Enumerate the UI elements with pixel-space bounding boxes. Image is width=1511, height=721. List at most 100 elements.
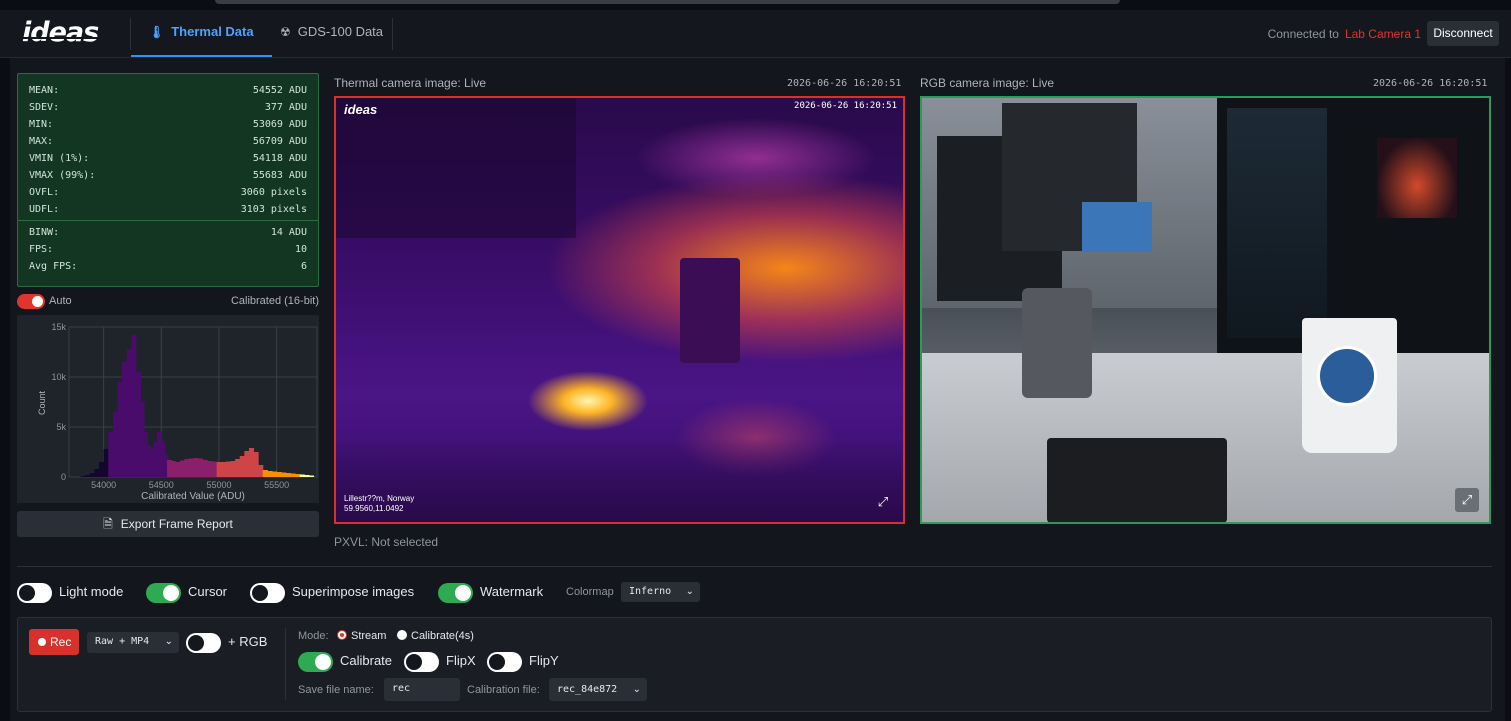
histogram-bar	[207, 461, 213, 477]
stats-divider	[18, 220, 318, 221]
mode-calibrate-label: Calibrate(4s)	[411, 630, 474, 642]
histogram-bar	[80, 476, 86, 477]
histogram-bar	[235, 459, 241, 477]
stat-row: MIN: 53069 ADU	[29, 116, 307, 133]
histogram-bar	[103, 449, 109, 477]
auto-range-row: Auto Calibrated (16-bit)	[17, 293, 319, 310]
radio-unselected-icon	[397, 630, 407, 640]
histogram-bar	[281, 472, 287, 477]
stat-value: 3103 pixels	[240, 204, 307, 215]
stat-value: 377 ADU	[264, 102, 307, 113]
x-tick-label: 55500	[264, 480, 289, 490]
histogram-bar	[98, 462, 105, 477]
ideas-logo: ideas	[22, 17, 99, 48]
histogram-bar	[267, 471, 273, 477]
export-label: Export Frame Report	[120, 517, 233, 531]
file-export-icon: 🗎︎	[103, 517, 113, 531]
rgb-meter-device	[1022, 288, 1092, 398]
cursor-label: Cursor	[188, 584, 228, 599]
histogram-bar	[117, 382, 123, 477]
histogram-y-label: Count	[37, 391, 47, 416]
stat-row: VMIN (1%): 54118 ADU	[29, 150, 307, 167]
expand-icon[interactable]: ⤢	[871, 490, 895, 514]
top-bar: ideas 🌡︎ Thermal Data ☢ GDS-100 Data Conne…	[0, 10, 1511, 58]
histogram-bar	[108, 432, 114, 477]
y-tick-label: 5k	[56, 422, 66, 432]
calibration-file-select[interactable]: rec_84e872 ⌄	[549, 678, 647, 701]
histogram-bar	[239, 456, 245, 477]
light-mode-toggle[interactable]	[17, 582, 52, 603]
stat-value: 14 ADU	[270, 227, 307, 238]
radiation-icon: ☢	[280, 25, 291, 39]
histogram-bar	[285, 473, 291, 477]
record-button[interactable]: Rec	[29, 629, 79, 655]
thermal-floor-region	[336, 438, 903, 522]
stats-panel: MEAN: 54552 ADU SDEV: 377 ADU MIN: 53069 ADU M…	[17, 73, 319, 287]
record-dot-icon	[38, 638, 46, 646]
x-tick-label: 54500	[149, 480, 174, 490]
mode-calibrate-option[interactable]: Calibrate(4s)	[397, 630, 474, 642]
record-format-select[interactable]: Raw + MP4 ⌄	[87, 632, 179, 653]
thermal-shadow-region	[336, 98, 576, 238]
colormap-value: Inferno	[629, 586, 672, 597]
save-file-label: Save file name:	[298, 684, 374, 696]
thermal-camera-image[interactable]: ideas 2026-06-26 16:20:51 Lillestr??m, N…	[334, 96, 905, 524]
stat-row: BINW: 14 ADU	[29, 224, 307, 241]
rgb-record-option: + RGB	[186, 632, 267, 653]
tab-gds-100-data[interactable]: ☢ GDS-100 Data	[262, 10, 401, 57]
y-tick-label: 15k	[51, 322, 66, 332]
stat-label: VMAX (99%):	[29, 170, 96, 181]
watermark-toggle[interactable]	[438, 582, 473, 603]
histogram-bar	[94, 469, 100, 477]
rgb-record-toggle[interactable]	[186, 632, 221, 653]
calibrate-toggle[interactable]	[298, 651, 333, 672]
histogram-bar	[85, 475, 91, 477]
histogram-chart[interactable]: 0 5k 10k 15k 54000 54500 55000 55500 Count Cali…	[17, 315, 319, 503]
flipy-option: FlipY	[487, 651, 559, 672]
save-file-input[interactable]: rec	[384, 678, 460, 701]
stat-value: 53069 ADU	[252, 119, 307, 130]
rgb-timestamp: 2026-06-26 16:20:51	[1373, 78, 1488, 89]
thermal-location-overlay: Lillestr??m, Norway 59.9560,11.0492	[344, 494, 414, 514]
window-drag-handle[interactable]	[215, 0, 1120, 4]
histogram-bar	[248, 448, 255, 477]
rgb-camera-image[interactable]: ⤢	[920, 96, 1491, 524]
tab-thermal-data[interactable]: 🌡︎ Thermal Data	[131, 10, 272, 57]
record-label: Rec	[50, 635, 72, 649]
connection-prefix: Connected to	[1267, 27, 1339, 41]
colormap-select[interactable]: Inferno ⌄	[621, 582, 700, 602]
connected-camera-name: Lab Camera 1	[1344, 27, 1421, 41]
rgb-black-device	[1047, 438, 1227, 522]
histogram-bar	[299, 474, 305, 477]
cursor-toggle[interactable]	[146, 582, 181, 603]
rgb-monitor-thermal-preview	[1377, 138, 1457, 218]
histogram-bar	[225, 461, 231, 477]
stat-row: OVFL: 3060 pixels	[29, 184, 307, 201]
histogram-bar	[221, 462, 227, 477]
histogram-bar	[258, 465, 264, 477]
histogram-bar	[295, 474, 301, 477]
export-frame-report-button[interactable]: 🗎︎ Export Frame Report	[17, 511, 319, 537]
stat-value: 3060 pixels	[240, 187, 307, 198]
auto-toggle[interactable]	[17, 294, 45, 309]
stat-value: 10	[294, 244, 307, 255]
histogram-bar	[253, 452, 259, 477]
pixel-value-readout: PXVL: Not selected	[334, 535, 439, 549]
superimpose-toggle[interactable]	[250, 582, 285, 603]
y-tick-label: 10k	[51, 372, 66, 382]
superimpose-label: Superimpose images	[292, 584, 415, 599]
thermal-timestamp: 2026-06-26 16:20:51	[787, 78, 902, 89]
thermal-mug-shape	[680, 258, 740, 363]
light-mode-label: Light mode	[59, 584, 124, 599]
histogram-bar	[198, 458, 204, 477]
mode-stream-option[interactable]: Stream	[337, 630, 386, 642]
flipx-toggle[interactable]	[404, 651, 439, 672]
watermark-label: Watermark	[480, 584, 544, 599]
expand-icon[interactable]: ⤢	[1455, 488, 1479, 512]
histogram-bar	[170, 461, 176, 477]
histogram-bar	[272, 471, 278, 477]
flipy-toggle[interactable]	[487, 651, 522, 672]
histogram-bar	[202, 460, 208, 477]
disconnect-button[interactable]: Disconnect	[1427, 21, 1499, 46]
chevron-down-icon: ⌄	[685, 586, 694, 597]
